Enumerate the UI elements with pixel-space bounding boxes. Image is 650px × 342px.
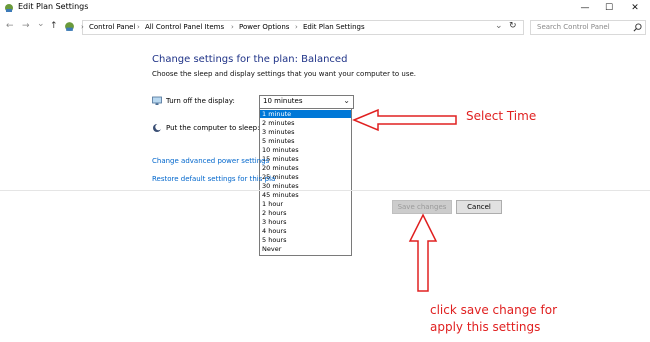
dropdown-option[interactable]: 1 hour [260, 200, 351, 208]
breadcrumb-all-items[interactable]: All Control Panel Items [145, 23, 224, 31]
up-arrow-annotation-icon [408, 213, 438, 292]
breadcrumb-control-panel[interactable]: Control Panel [89, 23, 135, 31]
cancel-button[interactable]: Cancel [456, 200, 502, 214]
dropdown-option[interactable]: 15 minutes [260, 155, 351, 163]
back-arrow-icon[interactable]: ← [6, 21, 14, 31]
recent-locations-icon[interactable]: ⌄ [37, 19, 45, 29]
forward-arrow-icon[interactable]: → [22, 21, 30, 31]
control-panel-icon [65, 22, 74, 31]
page-subtitle: Choose the sleep and display settings th… [152, 70, 417, 78]
dropdown-option[interactable]: 2 hours [260, 209, 351, 217]
select-time-annotation: Select Time [466, 109, 537, 123]
dropdown-option[interactable]: 3 hours [260, 218, 351, 226]
search-input[interactable]: Search Control Panel [530, 20, 646, 35]
dropdown-option[interactable]: 5 minutes [260, 137, 351, 145]
history-dropdown-icon[interactable]: ⌄ [495, 21, 503, 31]
control-panel-icon [5, 4, 13, 12]
breadcrumb-separator: › [81, 23, 84, 31]
sleep-moon-icon [153, 123, 162, 132]
breadcrumb-separator: › [295, 23, 298, 31]
breadcrumb-edit-plan[interactable]: Edit Plan Settings [303, 23, 365, 31]
dropdown-option[interactable]: 30 minutes [260, 182, 351, 190]
save-hint-annotation-line2: apply this settings [430, 320, 541, 334]
dropdown-option[interactable]: Never [260, 245, 351, 253]
address-bar[interactable]: › Control Panel › All Control Panel Item… [81, 20, 524, 35]
address-row: ← → ⌄ ↑ › Control Panel › All Control Pa… [0, 18, 650, 36]
up-arrow-icon[interactable]: ↑ [50, 21, 58, 31]
dropdown-option[interactable]: 1 minute [260, 110, 351, 118]
save-hint-annotation-line1: click save change for [430, 303, 558, 317]
minimize-button[interactable]: — [574, 1, 596, 15]
breadcrumb-separator: › [231, 23, 234, 31]
breadcrumb-separator: › [137, 23, 140, 31]
search-icon[interactable] [633, 23, 642, 32]
window-title: Edit Plan Settings [18, 2, 89, 11]
display-timeout-value: 10 minutes [263, 97, 303, 105]
maximize-button[interactable]: ☐ [598, 1, 620, 15]
search-placeholder: Search Control Panel [537, 23, 610, 31]
dropdown-option[interactable]: 20 minutes [260, 164, 351, 172]
dropdown-option[interactable]: 4 hours [260, 227, 351, 235]
dropdown-option[interactable]: 3 minutes [260, 128, 351, 136]
refresh-icon[interactable]: ↻ [509, 21, 517, 31]
left-arrow-annotation-icon [352, 108, 457, 132]
save-changes-button[interactable]: Save changes [392, 200, 452, 214]
close-button[interactable]: ✕ [624, 1, 646, 15]
display-timeout-select[interactable]: 10 minutes ⌄ [259, 95, 354, 109]
page-title: Change settings for the plan: Balanced [152, 54, 348, 65]
dropdown-option[interactable]: 10 minutes [260, 146, 351, 154]
monitor-icon [152, 96, 162, 105]
sleep-label: Put the computer to sleep: [166, 124, 260, 132]
chevron-down-icon: ⌄ [343, 96, 350, 105]
display-label: Turn off the display: [166, 97, 235, 105]
title-bar: Edit Plan Settings — ☐ ✕ [0, 0, 650, 16]
dropdown-option[interactable]: 45 minutes [260, 191, 351, 199]
breadcrumb-power-options[interactable]: Power Options [239, 23, 289, 31]
divider [0, 190, 650, 191]
restore-defaults-link[interactable]: Restore default settings for this pla [152, 175, 275, 183]
dropdown-option[interactable]: 2 minutes [260, 119, 351, 127]
dropdown-option[interactable]: 5 hours [260, 236, 351, 244]
advanced-settings-link[interactable]: Change advanced power settings [152, 157, 269, 165]
